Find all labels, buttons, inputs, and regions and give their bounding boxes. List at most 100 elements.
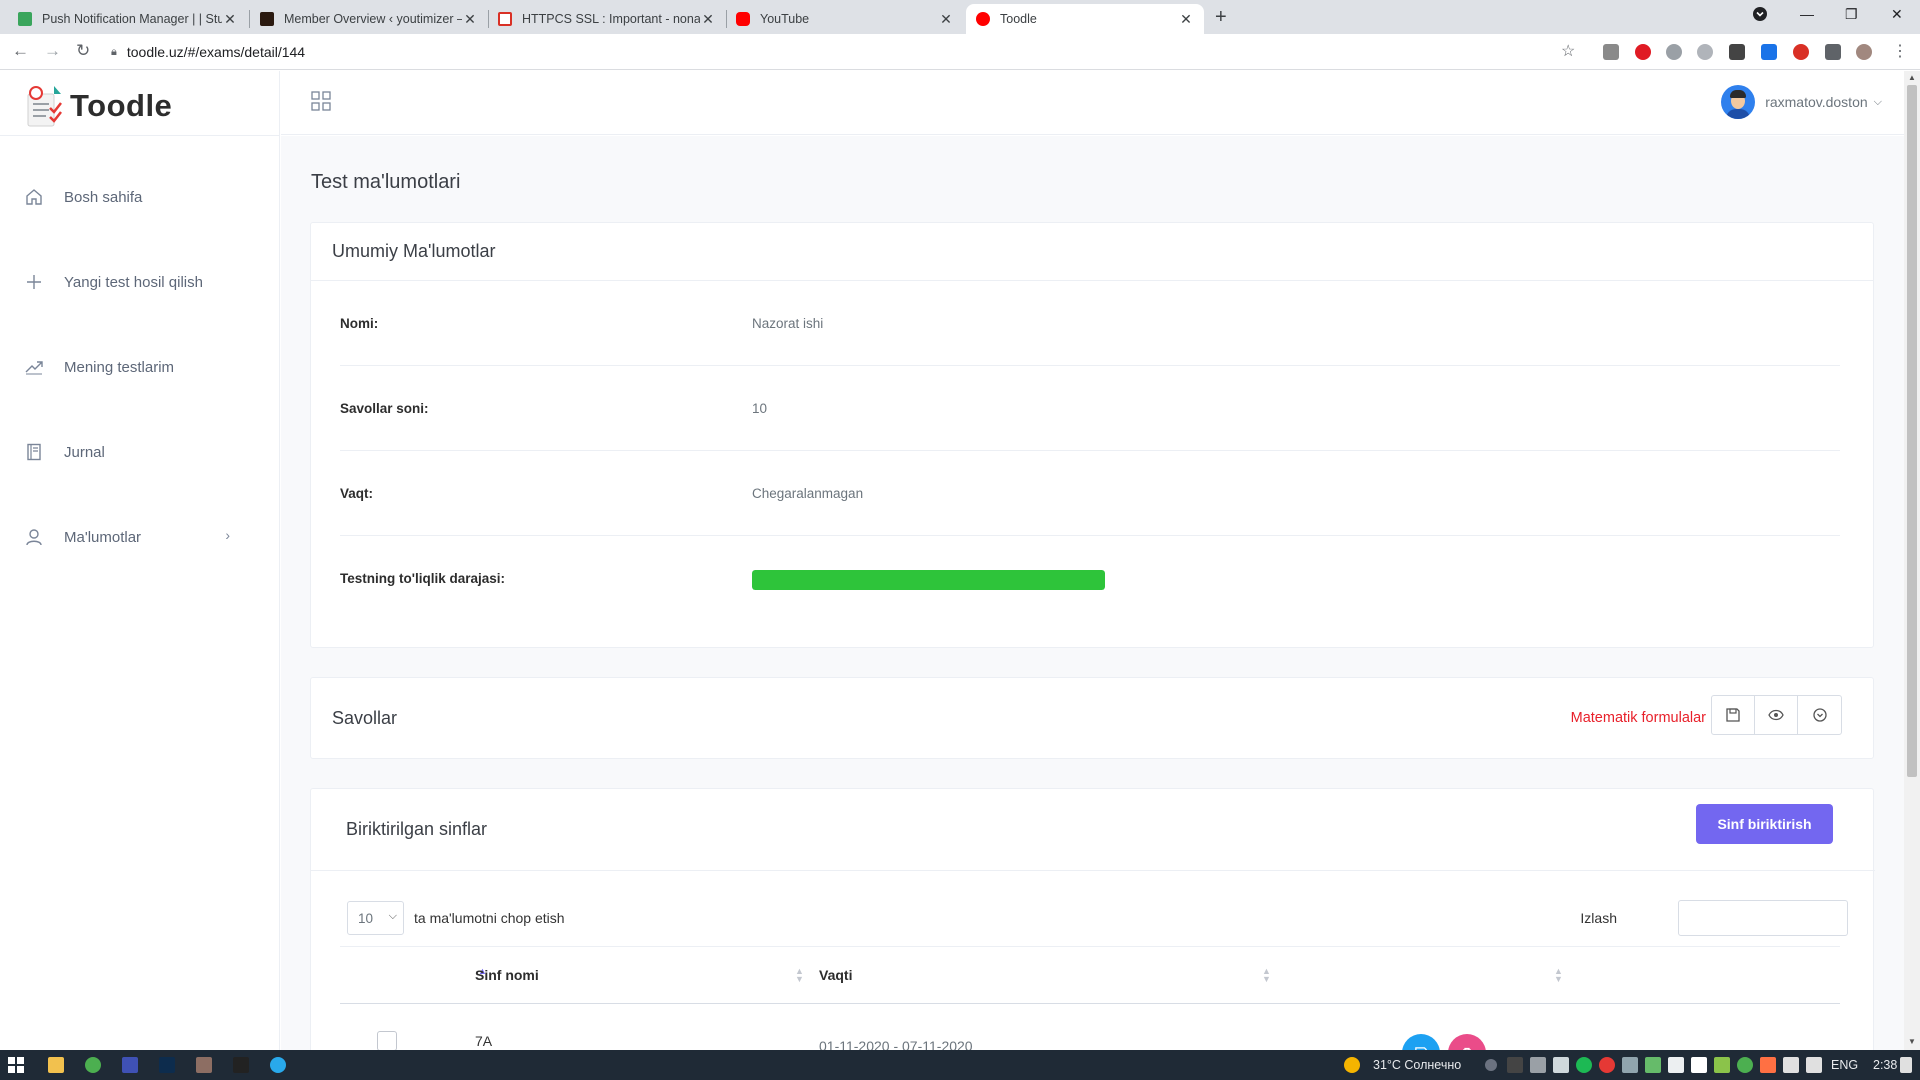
search-input[interactable] — [1678, 900, 1848, 936]
browser-tab[interactable]: YouTube ✕ — [726, 4, 964, 34]
info-extension-icon[interactable] — [1729, 44, 1745, 60]
browser-tab[interactable]: Member Overview ‹ youtimizer — ✕ — [250, 4, 488, 34]
forward-button[interactable]: → — [44, 41, 61, 61]
profile-avatar-icon[interactable] — [1856, 44, 1872, 60]
chevron-right-icon: › — [225, 527, 230, 543]
new-extension-icon[interactable] — [1761, 44, 1777, 60]
photoshop-icon[interactable] — [159, 1057, 175, 1073]
opera-extension-icon[interactable] — [1635, 44, 1651, 60]
language-indicator[interactable]: ENG — [1831, 1050, 1858, 1080]
info-value: Nazorat ishi — [752, 316, 824, 331]
tab-favicon-icon — [18, 12, 32, 26]
save-icon[interactable] — [1712, 696, 1755, 734]
page-length-label: ta ma'lumotni chop etish — [414, 910, 565, 926]
tray-icon[interactable] — [1691, 1057, 1707, 1073]
tab-search-icon[interactable] — [1752, 6, 1768, 25]
url-field[interactable]: 🔒︎ toodle.uz/#/exams/detail/144 — [111, 34, 305, 70]
telegram-icon[interactable] — [270, 1057, 286, 1073]
row-checkbox[interactable] — [377, 1031, 397, 1050]
weather-text[interactable]: 31°C Солнечно — [1373, 1050, 1461, 1080]
extension-icon[interactable] — [1603, 44, 1619, 60]
browser-tab[interactable]: HTTPCS SSL : Important - nonam ✕ — [488, 4, 726, 34]
sidebar-item-journal[interactable]: Jurnal — [0, 432, 280, 472]
minimize-button[interactable]: — — [1800, 6, 1814, 22]
user-menu[interactable]: raxmatov.doston ⌵ — [1721, 85, 1882, 119]
sidebar-item-my-tests[interactable]: Mening testlarim — [0, 347, 280, 387]
close-icon[interactable]: ✕ — [1178, 11, 1194, 28]
column-header-time[interactable]: Vaqti — [819, 947, 852, 1003]
divider — [0, 135, 280, 136]
new-tab-button[interactable]: + — [1215, 6, 1227, 29]
scroll-up-icon[interactable]: ▲ — [1908, 73, 1916, 82]
close-icon[interactable]: ✕ — [222, 11, 238, 28]
home-icon — [25, 188, 43, 206]
sort-icon[interactable]: ▲ ▼ — [1262, 967, 1271, 984]
page-length-select[interactable]: 10 ⌵ — [347, 901, 404, 935]
tray-icon[interactable] — [1714, 1057, 1730, 1073]
puzzle-icon[interactable] — [1825, 44, 1841, 60]
tray-icon[interactable] — [1668, 1057, 1684, 1073]
tray-icon[interactable] — [1507, 1057, 1523, 1073]
back-button[interactable]: ← — [12, 41, 29, 61]
notification-icon[interactable] — [1900, 1057, 1912, 1073]
close-icon[interactable]: ✕ — [700, 11, 716, 28]
chevron-down-icon: ⌵ — [1873, 95, 1882, 108]
info-label: Vaqt: — [340, 486, 374, 501]
close-icon[interactable]: ✕ — [462, 11, 478, 28]
tray-icon[interactable] — [1530, 1057, 1546, 1073]
chrome-tray-icon[interactable] — [1737, 1057, 1753, 1073]
brave-tray-icon[interactable] — [1760, 1057, 1776, 1073]
tray-icon[interactable] — [1645, 1057, 1661, 1073]
math-formulas-link[interactable]: Matematik formulalar — [1571, 678, 1706, 758]
browser-tab-active[interactable]: Toodle ✕ — [966, 4, 1204, 34]
username: raxmatov.doston — [1765, 94, 1868, 110]
sort-icon[interactable]: ▲ ▼ — [1554, 967, 1563, 984]
chrome-icon[interactable] — [85, 1057, 101, 1073]
save-row-button[interactable] — [1402, 1034, 1440, 1050]
tray-icon[interactable] — [1553, 1057, 1569, 1073]
sidebar: Toodle Bosh sahifa Yangi test hosil qili… — [0, 71, 280, 1050]
table-header: ▲ Sinf nomi ▲ ▼ Vaqti ▲ ▼ ▲ ▼ — [340, 946, 1840, 1004]
extension-icon[interactable] — [1697, 44, 1713, 60]
chevron-down-circle-icon[interactable] — [1798, 696, 1841, 734]
terminal-icon[interactable] — [233, 1057, 249, 1073]
sort-icon[interactable]: ▲ ▼ — [795, 967, 804, 984]
sidebar-item-info[interactable]: Ma'lumotlar › — [0, 517, 280, 557]
scroll-down-icon[interactable]: ▼ — [1908, 1037, 1916, 1046]
card-title: Biriktirilgan sinflar — [346, 818, 488, 839]
app-icon[interactable] — [122, 1057, 138, 1073]
scrollbar-thumb[interactable] — [1907, 85, 1917, 777]
logo-text: Toodle — [70, 88, 173, 123]
page-scrollbar[interactable]: ▲ ▼ — [1904, 71, 1920, 1050]
bookmark-star-icon[interactable]: ☆ — [1561, 41, 1575, 61]
eye-icon[interactable] — [1755, 696, 1798, 734]
tray-icon[interactable] — [1622, 1057, 1638, 1073]
volume-icon[interactable] — [1806, 1057, 1822, 1073]
app-logo[interactable]: Toodle — [24, 79, 172, 133]
assign-class-button[interactable]: Sinf biriktirish — [1696, 804, 1833, 844]
close-window-button[interactable]: ✕ — [1891, 6, 1903, 23]
reload-button[interactable]: ↻ — [76, 41, 90, 61]
color-extension-icon[interactable] — [1793, 44, 1809, 60]
globe-extension-icon[interactable] — [1666, 44, 1682, 60]
delete-row-button[interactable] — [1448, 1034, 1486, 1050]
app-icon[interactable] — [196, 1057, 212, 1073]
menu-dots-icon[interactable]: ⋮ — [1892, 41, 1908, 61]
tray-icon[interactable] — [1576, 1057, 1592, 1073]
sidebar-item-label: Jurnal — [64, 443, 105, 461]
sidebar-item-new-test[interactable]: Yangi test hosil qilish — [0, 262, 280, 302]
windows-start-icon[interactable] — [8, 1057, 24, 1073]
clock[interactable]: 2:38 — [1873, 1050, 1897, 1080]
divider — [311, 870, 1875, 871]
file-explorer-icon[interactable] — [48, 1057, 64, 1073]
grid-menu-icon[interactable] — [311, 91, 331, 111]
close-icon[interactable]: ✕ — [938, 11, 954, 28]
network-icon[interactable] — [1783, 1057, 1799, 1073]
sidebar-item-home[interactable]: Bosh sahifa — [0, 177, 280, 217]
tray-icon[interactable] — [1485, 1059, 1497, 1071]
sidebar-item-label: Yangi test hosil qilish — [64, 273, 203, 291]
browser-tab[interactable]: Push Notification Manager | | Stu ✕ — [8, 4, 248, 34]
maximize-button[interactable]: ❐ — [1845, 6, 1858, 23]
tray-icon[interactable] — [1599, 1057, 1615, 1073]
column-header-class-name[interactable]: Sinf nomi — [475, 947, 539, 1003]
